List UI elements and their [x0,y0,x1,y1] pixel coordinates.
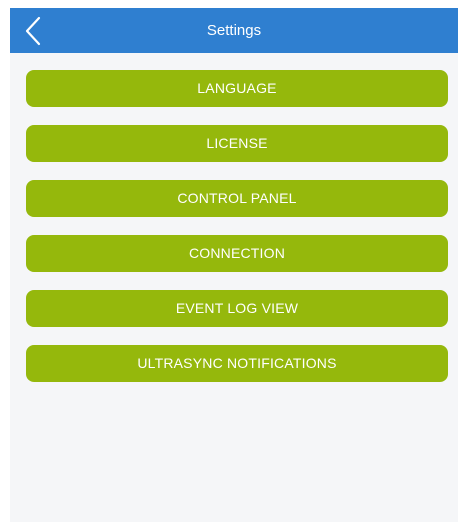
language-button[interactable]: LANGUAGE [26,70,448,107]
settings-menu: LANGUAGE LICENSE CONTROL PANEL CONNECTIO… [26,70,448,400]
back-button[interactable] [10,8,56,53]
event-log-view-button[interactable]: EVENT LOG VIEW [26,290,448,327]
chevron-left-icon [25,16,41,45]
control-panel-button[interactable]: CONTROL PANEL [26,180,448,217]
page-title: Settings [206,22,262,39]
connection-button[interactable]: CONNECTION [26,235,448,272]
ultrasync-notifications-button[interactable]: ULTRASYNC NOTIFICATIONS [26,345,448,382]
top-app-bar: Settings [10,8,458,53]
settings-screen: Settings LANGUAGE LICENSE CONTROL PANEL … [10,8,458,522]
page: Settings LANGUAGE LICENSE CONTROL PANEL … [0,0,464,522]
license-button[interactable]: LICENSE [26,125,448,162]
